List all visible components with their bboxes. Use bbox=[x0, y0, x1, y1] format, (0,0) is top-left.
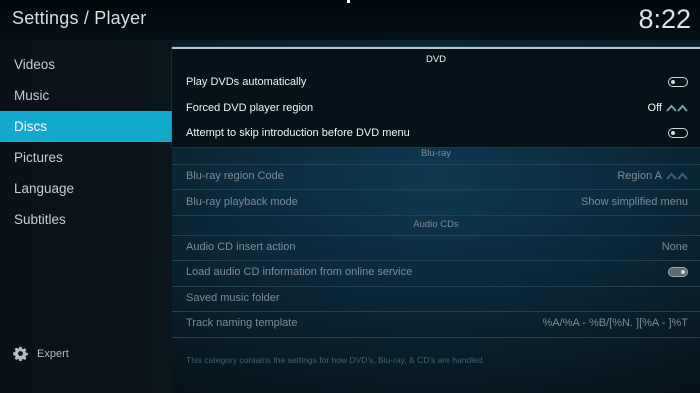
setting-saved-music-folder[interactable]: Saved music folder bbox=[172, 286, 700, 311]
toggle-off-icon[interactable] bbox=[668, 128, 688, 138]
setting-value: None bbox=[661, 241, 688, 253]
section-title-bluray: Blu-ray bbox=[420, 148, 452, 159]
sidebar-item-discs[interactable]: Discs bbox=[0, 111, 172, 142]
expert-level-button[interactable]: Expert bbox=[13, 346, 69, 361]
clock: 8:22 bbox=[638, 4, 691, 34]
spin-arrows-icon[interactable] bbox=[666, 103, 688, 113]
toggle-off-icon[interactable] bbox=[668, 77, 688, 87]
setting-label: Blu-ray playback mode bbox=[186, 196, 298, 208]
sidebar: Videos Music Discs Pictures Language Sub… bbox=[0, 40, 172, 393]
setting-value: Off bbox=[647, 102, 662, 114]
sidebar-item-language[interactable]: Language bbox=[0, 173, 172, 204]
setting-label: Forced DVD player region bbox=[186, 102, 314, 114]
setting-audio-cd-insert-action[interactable]: Audio CD insert action None bbox=[172, 235, 700, 260]
setting-label: Audio CD insert action bbox=[186, 241, 296, 253]
gear-icon bbox=[13, 346, 28, 361]
setting-label: Play DVDs automatically bbox=[186, 76, 307, 88]
category-description: This category contains the settings for … bbox=[186, 355, 485, 365]
header-bar: Settings / Player 8:22 bbox=[0, 0, 700, 40]
setting-label: Blu-ray region Code bbox=[186, 170, 284, 182]
setting-track-naming-template[interactable]: Track naming template %A/%A - %B/[%N. ][… bbox=[172, 311, 700, 336]
setting-value: Show simplified menu bbox=[581, 196, 688, 208]
setting-value: Region A bbox=[617, 170, 662, 182]
setting-label: Load audio CD information from online se… bbox=[186, 266, 413, 278]
setting-label: Saved music folder bbox=[186, 292, 280, 304]
top-indicator bbox=[347, 0, 350, 3]
dvd-section: DVD Play DVDs automatically Forced DVD p… bbox=[172, 47, 700, 147]
setting-forced-dvd-region[interactable]: Forced DVD player region Off bbox=[172, 96, 700, 121]
setting-load-cd-info-online[interactable]: Load audio CD information from online se… bbox=[172, 260, 700, 285]
expert-label: Expert bbox=[37, 347, 69, 360]
divider bbox=[172, 337, 700, 338]
section-title-audio-cds: Audio CDs bbox=[413, 219, 459, 230]
setting-play-dvds-automatically[interactable]: Play DVDs automatically bbox=[172, 70, 700, 95]
setting-value: %A/%A - %B/[%N. ][%A - ]%T bbox=[542, 317, 688, 329]
setting-label: Track naming template bbox=[186, 317, 298, 329]
page-title: Settings / Player bbox=[12, 8, 147, 28]
toggle-on-icon[interactable] bbox=[668, 267, 688, 277]
sidebar-item-pictures[interactable]: Pictures bbox=[0, 142, 172, 173]
setting-bluray-playback-mode[interactable]: Blu-ray playback mode Show simplified me… bbox=[172, 190, 700, 215]
setting-bluray-region[interactable]: Blu-ray region Code Region A bbox=[172, 164, 700, 189]
section-title-dvd: DVD bbox=[425, 54, 447, 65]
sidebar-item-videos[interactable]: Videos bbox=[0, 49, 172, 80]
spin-arrows-icon[interactable] bbox=[666, 171, 688, 181]
sidebar-item-music[interactable]: Music bbox=[0, 80, 172, 111]
sidebar-item-subtitles[interactable]: Subtitles bbox=[0, 204, 172, 235]
